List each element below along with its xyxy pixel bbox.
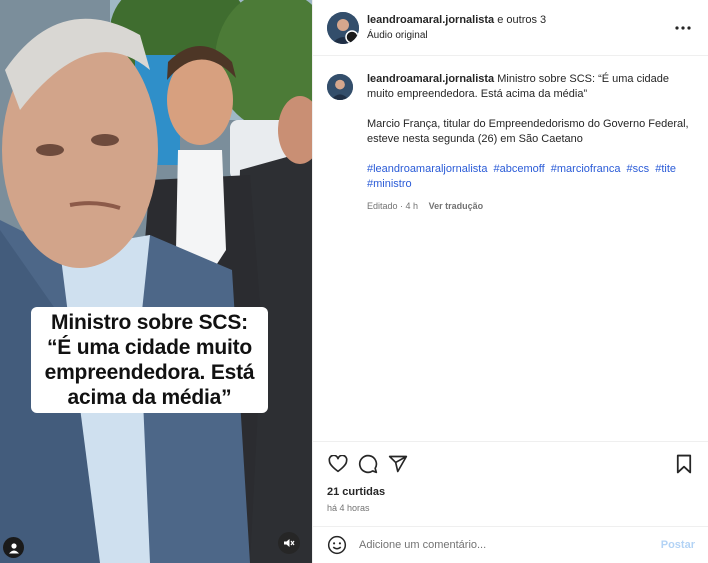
caption-meta: Editado · 4 h Ver tradução <box>367 199 694 214</box>
caption-text-block: leandroamaral.jornalista Ministro sobre … <box>367 72 694 102</box>
hashtag-link[interactable]: #ministro <box>367 178 412 190</box>
avatar[interactable] <box>327 11 359 44</box>
share-icon <box>388 455 408 473</box>
overlay-text: Ministro sobre SCS: “É uma cidade muito em… <box>45 310 255 410</box>
header-title: leandroamaral.jornalista e outros 3 <box>367 13 672 27</box>
mute-toggle-button[interactable] <box>278 532 300 554</box>
avatar-image <box>327 11 359 44</box>
post-comment-button[interactable]: Postar <box>661 539 695 551</box>
more-options-button[interactable] <box>672 17 694 39</box>
like-count[interactable]: 21 curtidas <box>327 486 695 498</box>
avatar-image <box>327 74 353 100</box>
header-username[interactable]: leandroamaral.jornalista <box>367 14 494 26</box>
caption-paragraph: Marcio França, titular do Empreendedoris… <box>367 118 689 145</box>
overlay-line: Ministro sobre SCS: <box>51 311 248 334</box>
hashtag-link[interactable]: #abcemoff <box>494 163 545 175</box>
action-icons <box>327 454 695 474</box>
edited-time: Editado · 4 h <box>367 201 419 211</box>
comment-input[interactable] <box>359 539 661 551</box>
hashtag-link[interactable]: #leandroamaraljornalista <box>367 163 487 175</box>
like-button[interactable] <box>327 453 349 475</box>
tagged-users-button[interactable] <box>3 537 24 558</box>
heart-icon <box>328 455 348 473</box>
share-button[interactable] <box>387 453 409 475</box>
video-text-overlay: Ministro sobre SCS: “É uma cidade muito em… <box>31 307 268 413</box>
overlay-line: “É uma cidade muito <box>46 336 253 359</box>
caption-username[interactable]: leandroamaral.jornalista <box>367 73 494 85</box>
post-header: leandroamaral.jornalista e outros 3 Áudi… <box>313 0 708 56</box>
bookmark-icon <box>676 454 692 474</box>
post-time[interactable]: há 4 horas <box>327 503 695 513</box>
save-button[interactable] <box>673 453 695 475</box>
audio-label[interactable]: Áudio original <box>367 29 672 43</box>
post-actions: 21 curtidas há 4 horas <box>313 441 708 513</box>
post-side-panel: leandroamaral.jornalista e outros 3 Áudi… <box>312 0 708 563</box>
hashtag-link[interactable]: #tite <box>655 163 676 175</box>
comment-icon <box>358 454 378 474</box>
overlay-line: empreendedora. Está <box>44 361 255 384</box>
translate-link[interactable]: Ver tradução <box>429 201 484 211</box>
person-icon <box>8 542 19 553</box>
post-video[interactable]: Ministro sobre SCS: “É uma cidade muito em… <box>0 0 312 563</box>
caption-section: leandroamaral.jornalista Ministro sobre … <box>313 56 708 214</box>
emoji-icon[interactable] <box>327 535 347 555</box>
hashtag-list: #leandroamaraljornalista #abcemoff #marc… <box>367 162 694 192</box>
speaker-muted-icon <box>284 539 295 547</box>
comment-button[interactable] <box>357 453 379 475</box>
more-horizontal-icon <box>675 25 691 30</box>
overlay-line: acima da média” <box>67 386 232 409</box>
caption-avatar[interactable] <box>327 74 353 100</box>
comment-box: Postar <box>313 526 708 563</box>
hashtag-link[interactable]: #scs <box>627 163 650 175</box>
header-names: leandroamaral.jornalista e outros 3 Áudi… <box>367 13 672 43</box>
hashtag-link[interactable]: #marciofranca <box>551 163 621 175</box>
header-collab[interactable]: e outros 3 <box>497 14 546 26</box>
post-caption: leandroamaral.jornalista Ministro sobre … <box>367 72 694 214</box>
instagram-post: Ministro sobre SCS: “É uma cidade muito em… <box>0 0 708 563</box>
video-frame <box>0 0 312 563</box>
